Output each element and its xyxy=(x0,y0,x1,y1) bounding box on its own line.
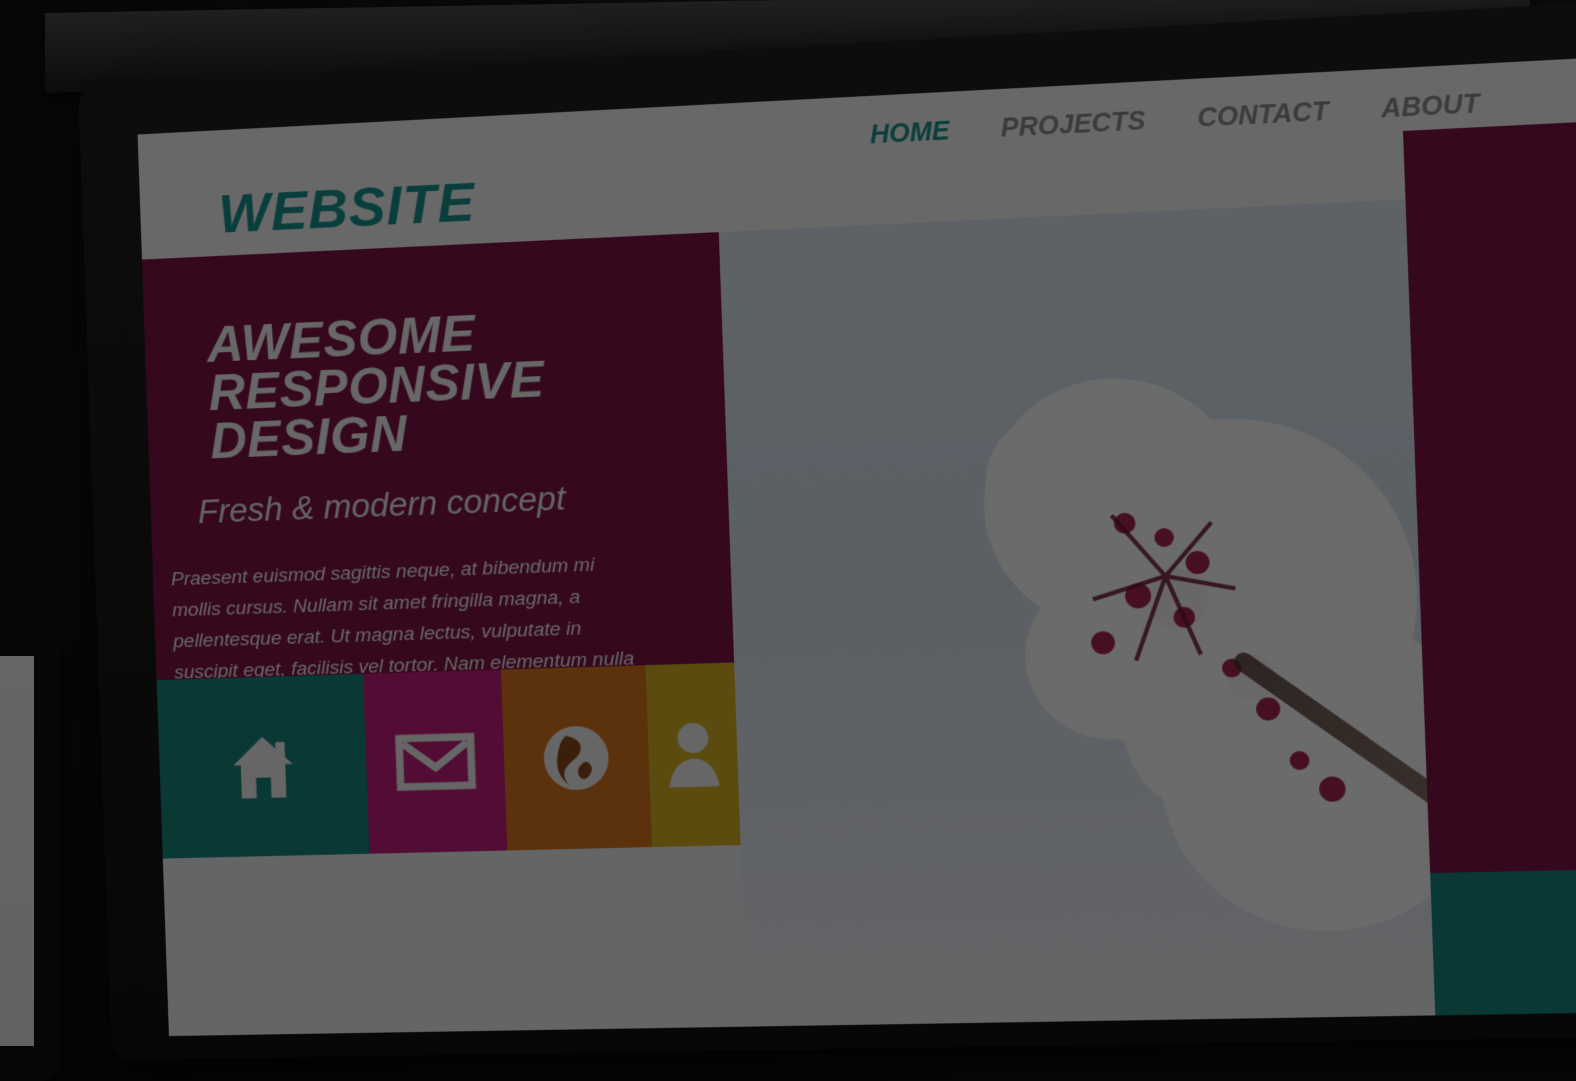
right-teal-panel xyxy=(1430,869,1576,1037)
home-icon xyxy=(231,736,294,799)
scene-background: WEBSITE HOME PROJECTS CONTACT ABOUT AWES… xyxy=(0,0,1576,1081)
right-magenta-panel xyxy=(1402,121,1576,874)
website-screen: WEBSITE HOME PROJECTS CONTACT ABOUT AWES… xyxy=(137,58,1576,1037)
hero-headline: AWESOME RESPONSIVE DESIGN xyxy=(206,305,547,470)
hero-text-panel: AWESOME RESPONSIVE DESIGN Fresh & modern… xyxy=(141,232,741,859)
globe-tile[interactable] xyxy=(500,665,652,851)
headline-line-3: DESIGN xyxy=(209,405,409,470)
home-tile[interactable] xyxy=(156,673,370,859)
globe-icon xyxy=(542,725,610,791)
site-logo[interactable]: WEBSITE xyxy=(218,171,477,246)
mail-icon xyxy=(386,714,483,810)
user-icon xyxy=(668,722,720,788)
nav-projects[interactable]: PROJECTS xyxy=(1000,106,1146,144)
mobile-device xyxy=(0,630,60,1081)
mobile-screen xyxy=(0,656,34,1046)
feature-icon-strip xyxy=(156,662,741,859)
main-navigation: HOME PROJECTS CONTACT ABOUT xyxy=(870,89,1481,150)
nav-home[interactable]: HOME xyxy=(870,117,951,151)
desktop-monitor: WEBSITE HOME PROJECTS CONTACT ABOUT AWES… xyxy=(78,1,1576,1061)
hero-subtitle: Fresh & modern concept xyxy=(197,479,566,531)
user-tile[interactable] xyxy=(645,662,741,848)
mail-tile[interactable] xyxy=(363,669,508,854)
cherry-blossom-illustration xyxy=(983,409,1398,838)
nav-contact[interactable]: CONTACT xyxy=(1197,97,1329,134)
